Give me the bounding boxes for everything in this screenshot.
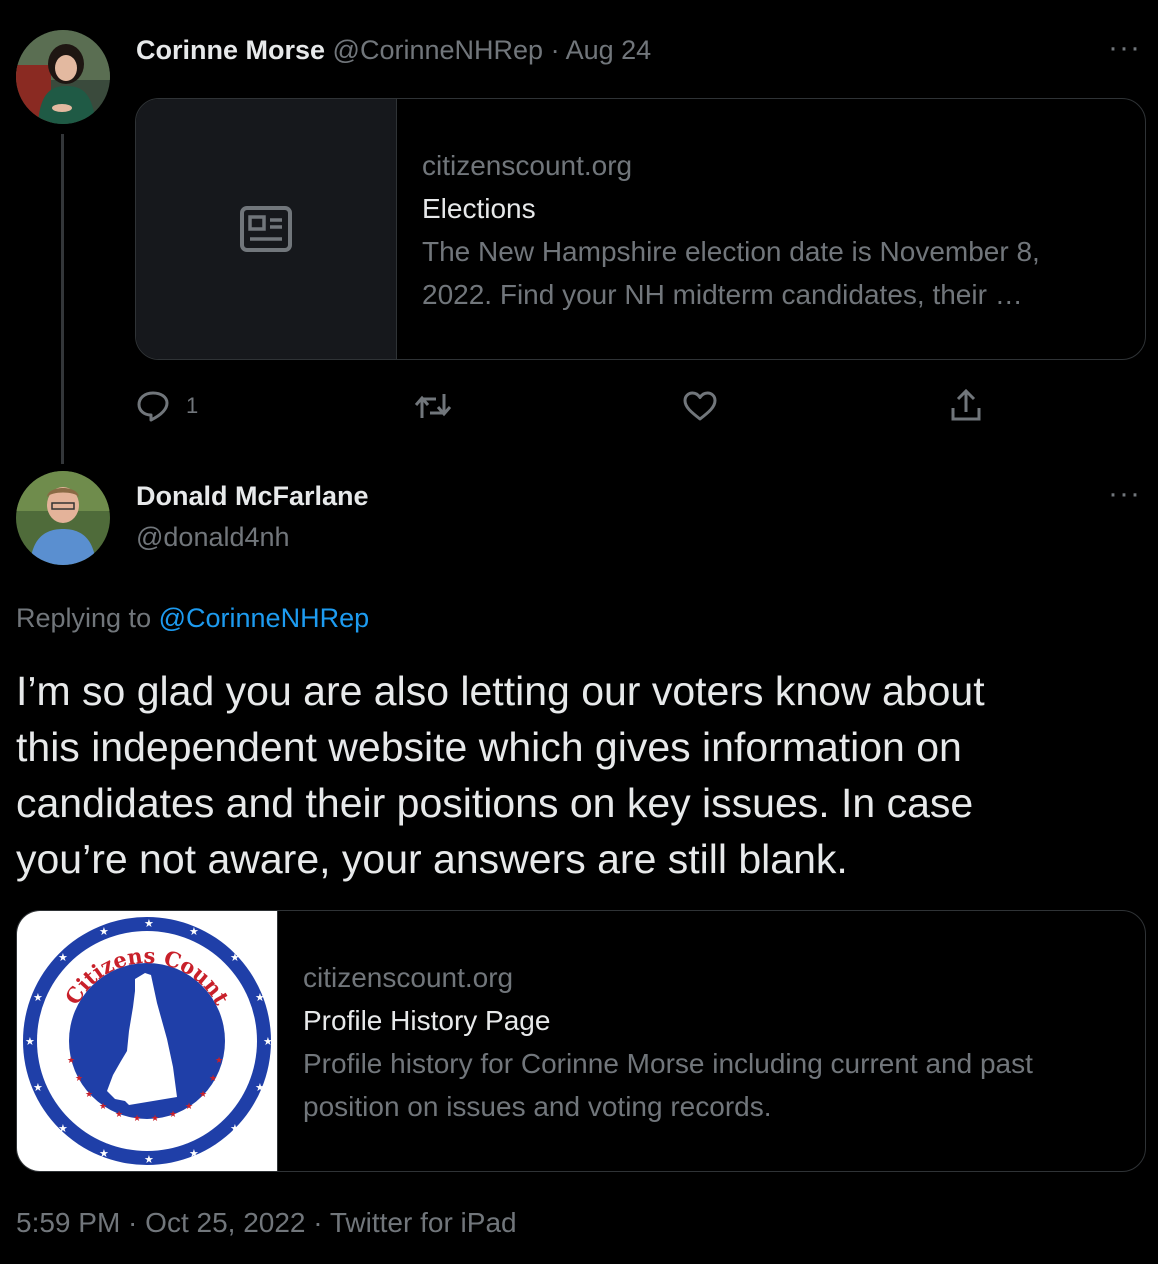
- svg-text:★: ★: [133, 1114, 141, 1124]
- svg-text:★: ★: [144, 1153, 154, 1166]
- svg-text:★: ★: [189, 925, 199, 938]
- heart-icon: [683, 391, 717, 421]
- tweet-body: I’m so glad you are also letting our vot…: [16, 663, 985, 887]
- reply-icon: [137, 391, 169, 422]
- newspaper-icon: [240, 206, 292, 252]
- svg-text:★: ★: [215, 1056, 223, 1066]
- link-card-elections[interactable]: citizenscount.org Elections The New Hamp…: [135, 98, 1146, 360]
- tweet-body-line: you’re not aware, your answers are still…: [16, 836, 848, 882]
- tweet2-author-name[interactable]: Donald McFarlane: [136, 480, 369, 512]
- svg-text:★: ★: [58, 951, 68, 964]
- svg-text:★: ★: [185, 1102, 193, 1112]
- replying-prefix: Replying to: [16, 603, 152, 633]
- svg-text:★: ★: [115, 1110, 123, 1120]
- retweet-icon: [414, 394, 452, 418]
- svg-text:★: ★: [230, 951, 240, 964]
- tweet-body-line: candidates and their positions on key is…: [16, 780, 974, 826]
- svg-text:★: ★: [85, 1090, 93, 1100]
- svg-text:★: ★: [199, 1090, 207, 1100]
- citizens-count-logo: ★★ ★ ★ ★ ★ ★ ★ ★ ★ ★ ★ ★ ★ ★ ★ ★★★ ★ ★ ★ ★★★ ★★★ …: [20, 914, 274, 1168]
- share-button[interactable]: [950, 388, 982, 427]
- link-card-profile-history[interactable]: ★ ★ ★ ★ ★ ★ ★ ★ ★ ★ ★ ★ ★ ★ ★ ★ ★ ★ ★ ★ ★ ★ ★ ★ ★ ★ ★ ★ …: [16, 910, 1146, 1172]
- card-domain: citizenscount.org: [422, 150, 633, 181]
- avatar-donald[interactable]: [16, 471, 110, 565]
- card-domain: citizenscount.org: [303, 962, 514, 993]
- svg-text:★: ★: [99, 1147, 109, 1160]
- card-thumbnail: [136, 99, 397, 359]
- svg-text:★: ★: [33, 1081, 43, 1094]
- svg-text:★: ★: [67, 1056, 75, 1066]
- svg-text:★: ★: [230, 1122, 240, 1135]
- card-description-line1: Profile history for Corinne Morse includ…: [303, 1048, 1033, 1079]
- like-button[interactable]: [682, 390, 718, 427]
- card-description-line2: 2022. Find your NH midterm candidates, t…: [422, 279, 1023, 310]
- handle[interactable]: @CorinneNHRep: [333, 35, 544, 65]
- card-description-line1: The New Hampshire election date is Novem…: [422, 236, 1040, 267]
- svg-text:★: ★: [58, 1122, 68, 1135]
- svg-text:★: ★: [263, 1035, 273, 1048]
- avatar-corinne[interactable]: [16, 30, 110, 124]
- thread-line: [61, 134, 64, 464]
- more-options-button[interactable]: ···: [1108, 33, 1141, 63]
- svg-text:★: ★: [151, 1114, 159, 1124]
- svg-text:★: ★: [255, 991, 265, 1004]
- tweet-date[interactable]: Aug 24: [566, 35, 652, 65]
- card-description-line2: position on issues and voting records.: [303, 1091, 772, 1122]
- tweet-body-line: this independent website which gives inf…: [16, 724, 962, 770]
- share-icon: [951, 388, 981, 421]
- replying-handle-link[interactable]: @CorinneNHRep: [159, 603, 370, 633]
- svg-text:★: ★: [99, 925, 109, 938]
- svg-text:★: ★: [144, 917, 154, 930]
- more-options-button-2[interactable]: ···: [1108, 479, 1141, 509]
- replying-to: Replying to @CorinneNHRep: [16, 602, 369, 634]
- tweet1-header: Corinne Morse @CorinneNHRep · Aug 24: [136, 34, 651, 66]
- svg-text:★: ★: [25, 1035, 35, 1048]
- svg-text:★: ★: [33, 991, 43, 1004]
- svg-text:★: ★: [255, 1081, 265, 1094]
- svg-text:★: ★: [169, 1110, 177, 1120]
- svg-text:★: ★: [75, 1074, 83, 1084]
- card-thumbnail: ★ ★ ★ ★ ★ ★ ★ ★ ★ ★ ★ ★ ★ ★ ★ ★ ★ ★ ★ ★ ★ ★ ★ ★ ★ ★ ★ ★ …: [17, 911, 278, 1171]
- svg-text:★: ★: [209, 1074, 217, 1084]
- card-title: Elections: [422, 193, 536, 224]
- reply-count: 1: [186, 393, 199, 418]
- tweet-timestamp[interactable]: 5:59 PM · Oct 25, 2022 · Twitter for iPa…: [16, 1206, 517, 1240]
- svg-text:★: ★: [189, 1147, 199, 1160]
- separator: ·: [550, 35, 560, 65]
- svg-text:★: ★: [99, 1102, 107, 1112]
- retweet-button[interactable]: [414, 392, 452, 425]
- reply-button[interactable]: 1: [136, 390, 198, 422]
- card-title: Profile History Page: [303, 1005, 551, 1036]
- display-name[interactable]: Corinne Morse: [136, 35, 325, 65]
- tweet2-author-handle[interactable]: @donald4nh: [136, 521, 290, 553]
- tweet-body-line: I’m so glad you are also letting our vot…: [16, 668, 985, 714]
